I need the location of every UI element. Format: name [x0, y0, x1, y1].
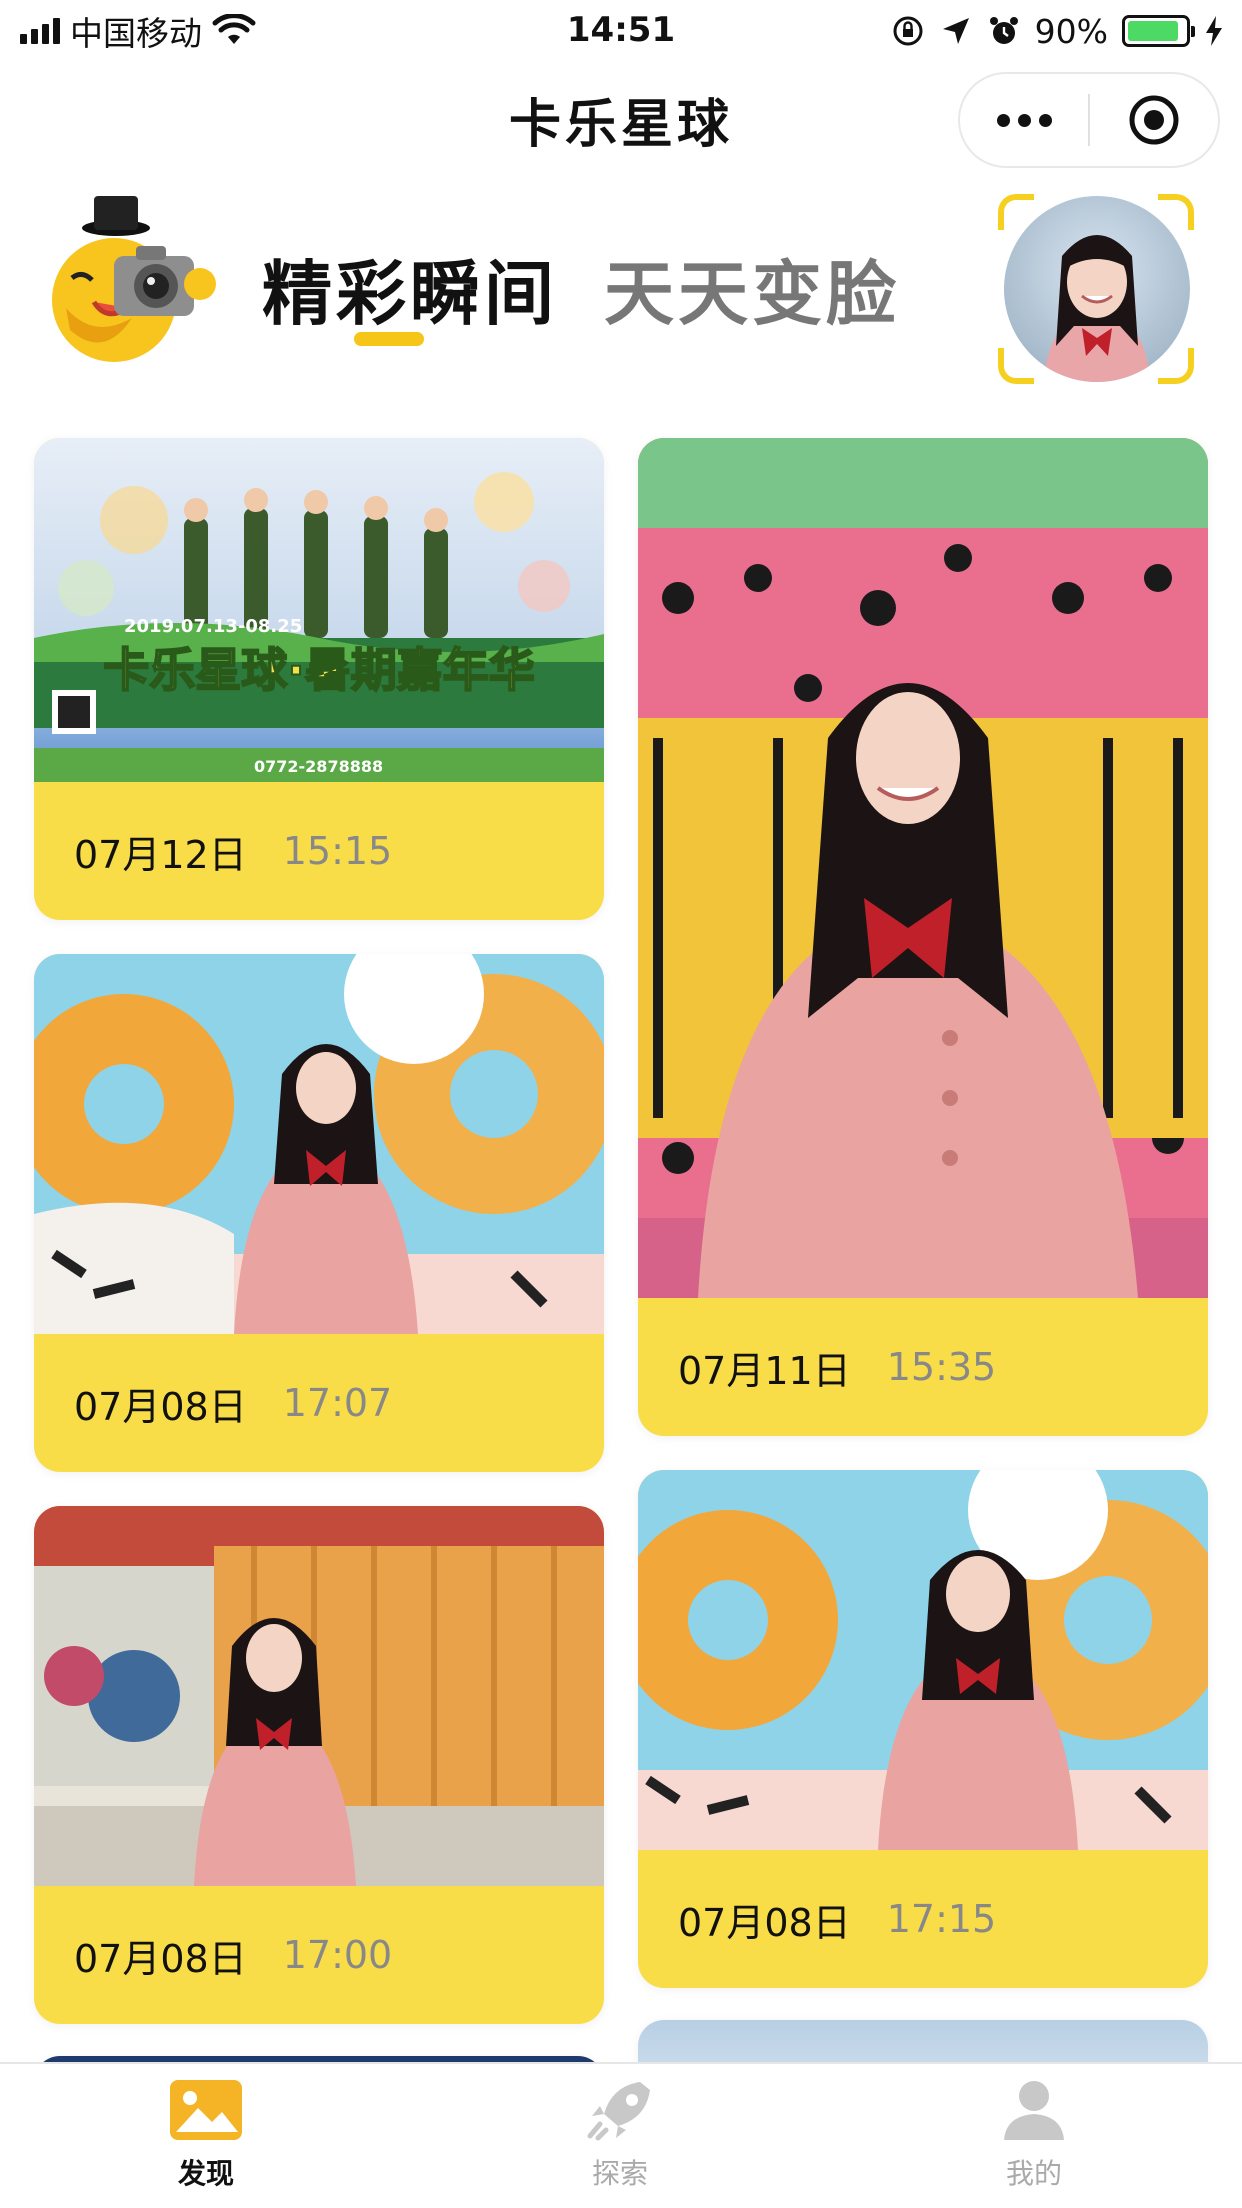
image-icon	[170, 2080, 242, 2140]
tab-label: 我的	[1005, 2157, 1062, 2190]
more-button[interactable]	[960, 72, 1088, 168]
card-date: 07月08日	[74, 1936, 247, 1981]
tab-label: 探索	[591, 2157, 648, 2190]
card-date: 07月08日	[74, 1384, 247, 1429]
tab-explore[interactable]: 探索	[520, 2078, 720, 2192]
card-date: 07月11日	[678, 1348, 851, 1393]
card-time: 17:15	[886, 1897, 997, 1941]
moment-photo	[638, 438, 1208, 1298]
moment-photo	[638, 1470, 1208, 1850]
poster-dates: 2019.07.13-08.25	[124, 616, 302, 637]
tab-highlights[interactable]: 精彩瞬间	[262, 238, 558, 339]
alarm-icon	[989, 17, 1018, 44]
bottom-tab-bar: 发现 探索 我的	[0, 2062, 1242, 2208]
poster-phone: 0772-2878888	[254, 757, 383, 776]
face-avatar-button[interactable]	[998, 194, 1194, 384]
tab-label: 发现	[177, 2157, 234, 2190]
mascot-logo	[52, 196, 216, 362]
moment-photo	[34, 1506, 604, 1886]
tab-face-swap[interactable]: 天天变脸	[604, 238, 900, 339]
user-icon	[1004, 2081, 1064, 2140]
avatar	[1004, 196, 1190, 382]
rocket-icon	[587, 2082, 650, 2141]
card-time: 15:35	[886, 1345, 997, 1389]
charging-icon	[1206, 16, 1222, 46]
card-time: 17:00	[282, 1933, 393, 1977]
poster-title: 卡乐星球·暑期嘉年华	[103, 643, 534, 697]
rotation-lock-icon	[893, 16, 923, 46]
battery-icon	[1122, 15, 1195, 47]
tab-discover[interactable]: 发现	[106, 2078, 306, 2192]
card-time: 15:15	[282, 829, 393, 873]
moment-card[interactable]: 07月08日 17:15	[638, 1470, 1208, 1988]
card-time: 17:07	[282, 1381, 393, 1425]
moment-card[interactable]: 2019.07.13-08.25 卡乐星球·暑期嘉年华 0772-2878888…	[34, 438, 604, 920]
target-icon	[1129, 95, 1179, 145]
card-date: 07月08日	[678, 1900, 851, 1945]
moment-card[interactable]: 07月11日 15:35	[638, 438, 1208, 1436]
event-poster-image: 2019.07.13-08.25 卡乐星球·暑期嘉年华 0772-2878888	[34, 438, 604, 782]
moment-card[interactable]: 07月08日 17:00	[34, 1506, 604, 2024]
status-bar: 中国移动 14:51 90%	[0, 0, 1242, 62]
active-tab-indicator	[354, 332, 424, 346]
moment-card[interactable]: 07月08日 17:07	[34, 954, 604, 1472]
card-date: 07月12日	[74, 832, 247, 877]
location-icon	[942, 18, 969, 44]
miniprogram-capsule	[958, 72, 1220, 168]
close-button[interactable]	[1090, 72, 1218, 168]
moment-photo	[34, 954, 604, 1334]
battery-percent: 90%	[1034, 11, 1108, 51]
tab-profile[interactable]: 我的	[934, 2078, 1134, 2192]
